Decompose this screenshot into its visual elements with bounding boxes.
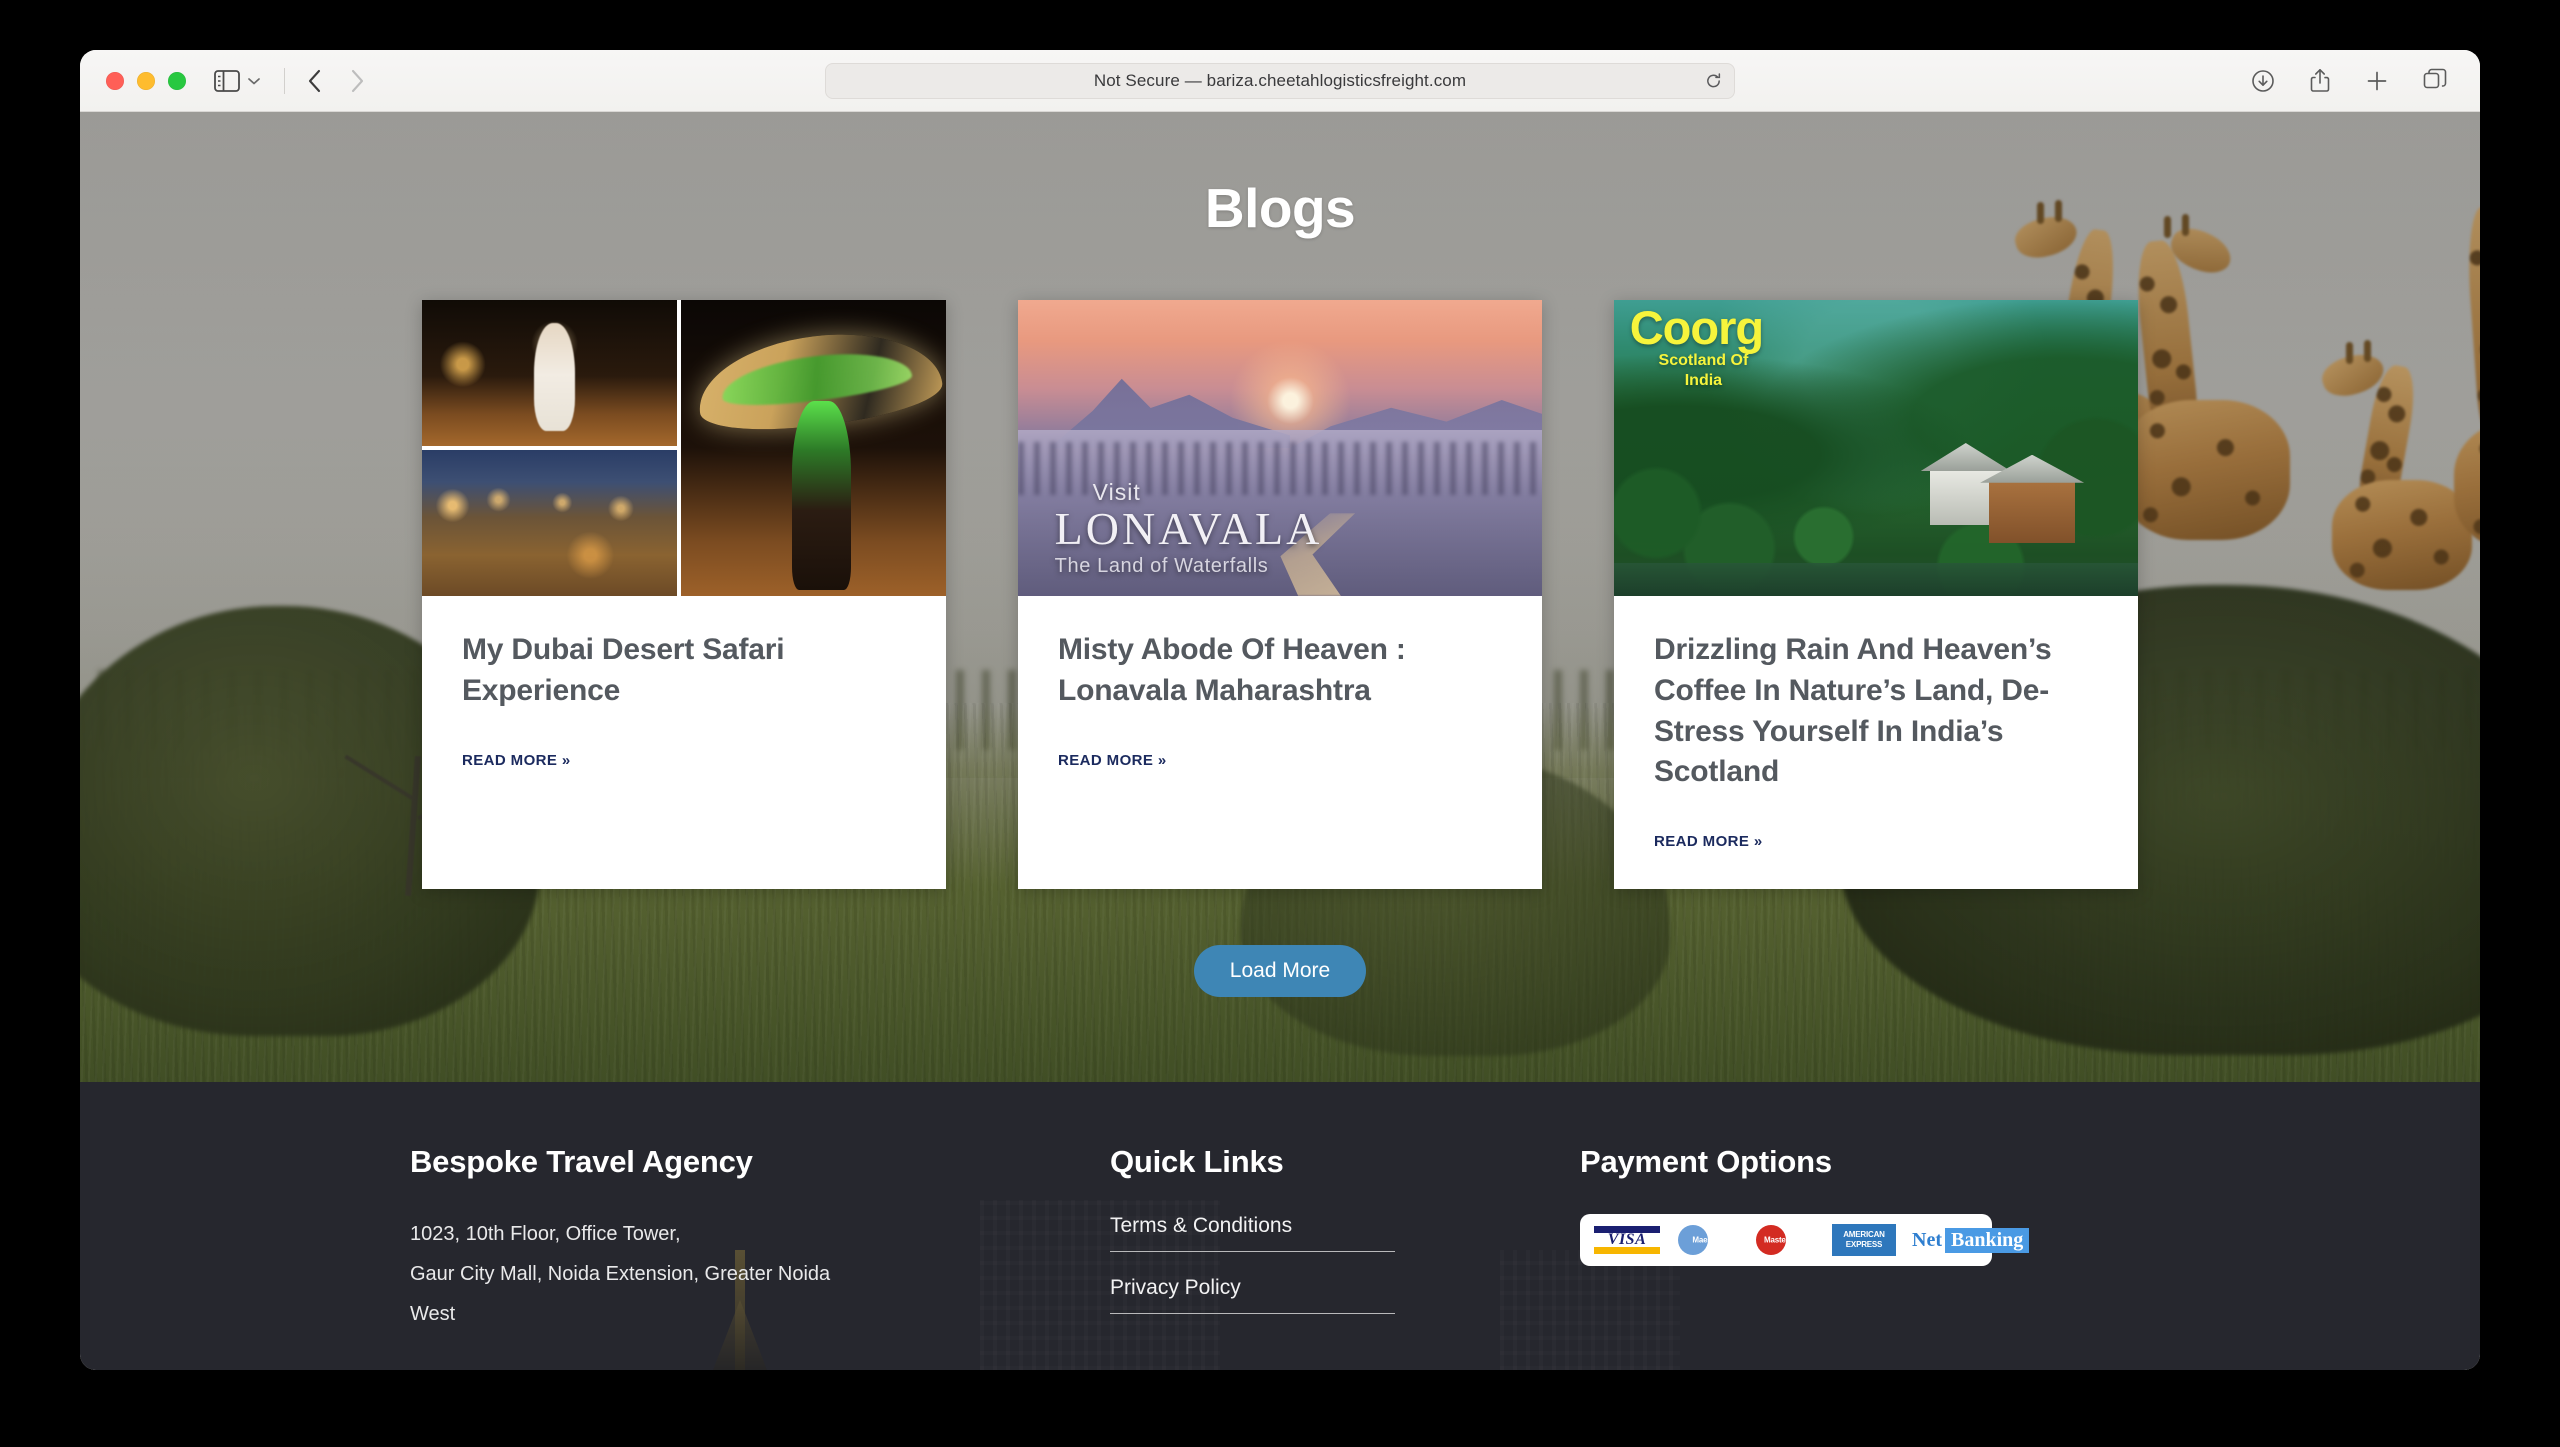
lonavala-name: LONAVALA bbox=[1054, 503, 1323, 555]
blog-card-title: Drizzling Rain And Heaven’s Coffee In Na… bbox=[1654, 633, 2052, 789]
footer-payment-heading: Payment Options bbox=[1580, 1144, 1832, 1179]
safari-browser-window: Not Secure — bariza.cheetahlogisticsfrei… bbox=[80, 50, 2480, 1370]
lonavala-poster: Visit LONAVALA The Land of Waterfalls bbox=[1018, 300, 1542, 596]
back-arrow-icon[interactable] bbox=[307, 68, 323, 94]
sidebar-icon[interactable] bbox=[214, 69, 240, 92]
coorg-overlay-text: Coorg Scotland Of India bbox=[1629, 300, 1764, 391]
toolbar-divider bbox=[284, 67, 285, 94]
footer-link-privacy-policy[interactable]: Privacy Policy bbox=[1110, 1276, 1395, 1314]
footer-quick-links-column: Quick Links Terms & Conditions Privacy P… bbox=[1110, 1144, 1580, 1338]
collage-cell-belly-dancer bbox=[422, 300, 677, 446]
blog-card[interactable]: Coorg Scotland Of India Drizzling Rain A… bbox=[1614, 300, 2138, 890]
read-more-link[interactable]: READ MORE » bbox=[462, 752, 571, 769]
footer-company-column: Bespoke Travel Agency 1023, 10th Floor, … bbox=[410, 1144, 1110, 1338]
amex-logo: AMERICAN EXPRESS bbox=[1832, 1224, 1896, 1256]
share-icon[interactable] bbox=[2309, 68, 2331, 93]
coorg-subtitle-line2: India bbox=[1684, 371, 1723, 389]
collage-cell-desert-camp bbox=[422, 450, 677, 596]
toolbar-right-actions bbox=[2251, 68, 2454, 93]
sidebar-controls bbox=[214, 69, 262, 92]
tab-overview-icon[interactable] bbox=[2423, 68, 2448, 93]
footer-address: 1023, 10th Floor, Office Tower, Gaur Cit… bbox=[410, 1214, 970, 1334]
blog-card[interactable]: My Dubai Desert Safari Experience READ M… bbox=[422, 300, 946, 890]
blog-card[interactable]: Visit LONAVALA The Land of Waterfalls Mi… bbox=[1018, 300, 1542, 890]
footer-quick-links-heading: Quick Links bbox=[1110, 1144, 1284, 1179]
maestro-logo: Maestro bbox=[1676, 1225, 1738, 1255]
netbanking-logo-text-banking: Banking bbox=[1944, 1227, 2030, 1253]
coorg-poster: Coorg Scotland Of India bbox=[1614, 300, 2138, 596]
address-line-3: West bbox=[410, 1303, 456, 1325]
address-bar-container: Not Secure — bariza.cheetahlogisticsfrei… bbox=[825, 62, 1735, 99]
desktop-backdrop: Not Secure — bariza.cheetahlogisticsfrei… bbox=[0, 0, 2560, 1447]
reload-icon[interactable] bbox=[1705, 72, 1722, 89]
visa-logo: VISA bbox=[1594, 1224, 1660, 1256]
plus-icon[interactable] bbox=[2365, 69, 2389, 93]
load-more-button[interactable]: Load More bbox=[1193, 945, 1367, 998]
address-bar[interactable]: Not Secure — bariza.cheetahlogisticsfrei… bbox=[825, 62, 1735, 99]
lonavala-overlay-text: Visit LONAVALA The Land of Waterfalls bbox=[1055, 479, 1323, 578]
browser-toolbar: Not Secure — bariza.cheetahlogisticsfrei… bbox=[80, 50, 2480, 112]
blog-card-title: Misty Abode Of Heaven : Lonavala Maharas… bbox=[1058, 633, 1406, 707]
window-traffic-lights bbox=[106, 71, 186, 90]
minimize-window-button[interactable] bbox=[137, 71, 155, 90]
page-viewport: Blogs My Dubai Desert Safari Experience … bbox=[80, 112, 2480, 1370]
blog-card-title: My Dubai Desert Safari Experience bbox=[462, 633, 785, 707]
coorg-subtitle-line1: Scotland Of bbox=[1658, 351, 1749, 369]
footer-company-heading: Bespoke Travel Agency bbox=[410, 1144, 753, 1179]
netbanking-logo: Net Banking bbox=[1912, 1225, 2030, 1255]
footer-link-terms-conditions[interactable]: Terms & Conditions bbox=[1110, 1214, 1395, 1252]
load-more-container: Load More bbox=[80, 945, 2480, 998]
mastercard-logo-text: MasterCard bbox=[1763, 1235, 1807, 1245]
blog-card-image-lonavala: Visit LONAVALA The Land of Waterfalls bbox=[1018, 300, 1542, 596]
read-more-link[interactable]: READ MORE » bbox=[1058, 752, 1167, 769]
tanoura-body bbox=[792, 400, 851, 591]
address-line-2: Gaur City Mall, Noida Extension, Greater… bbox=[410, 1263, 831, 1285]
coorg-house-wooden bbox=[1989, 480, 2076, 543]
collage-cell-tanoura-dancer bbox=[680, 300, 946, 596]
close-window-button[interactable] bbox=[106, 71, 124, 90]
dubai-collage bbox=[422, 300, 946, 596]
coorg-lake bbox=[1614, 563, 2138, 596]
chevron-down-icon[interactable] bbox=[246, 76, 262, 86]
page-content: Blogs My Dubai Desert Safari Experience … bbox=[80, 176, 2480, 998]
amex-logo-text: AMERICAN EXPRESS bbox=[1832, 1224, 1896, 1256]
blog-card-image-dubai bbox=[422, 300, 946, 596]
page-title: Blogs bbox=[1204, 177, 1356, 239]
navigation-controls bbox=[307, 68, 365, 94]
coorg-name: Coorg bbox=[1629, 300, 1764, 354]
address-bar-text: Not Secure — bariza.cheetahlogisticsfrei… bbox=[1093, 70, 1467, 90]
netbanking-logo-text-net: Net bbox=[1912, 1228, 1942, 1251]
collage-left-column bbox=[422, 300, 677, 596]
lonavala-tagline: The Land of Waterfalls bbox=[1054, 555, 1269, 578]
address-line-1: 1023, 10th Floor, Office Tower, bbox=[410, 1223, 681, 1245]
forward-arrow-icon[interactable] bbox=[349, 68, 365, 94]
blog-card-grid: My Dubai Desert Safari Experience READ M… bbox=[80, 300, 2480, 890]
blog-card-body: My Dubai Desert Safari Experience READ M… bbox=[422, 596, 946, 889]
download-icon[interactable] bbox=[2251, 69, 2275, 93]
mastercard-logo: MasterCard bbox=[1754, 1225, 1816, 1255]
zoom-window-button[interactable] bbox=[168, 71, 186, 90]
payment-methods-strip: VISA Maestro MasterCard AMERICAN EXPRESS… bbox=[1580, 1214, 2030, 1266]
blog-card-body: Drizzling Rain And Heaven’s Coffee In Na… bbox=[1614, 596, 2138, 889]
blog-card-image-coorg: Coorg Scotland Of India bbox=[1614, 300, 2138, 596]
footer-payment-column: Payment Options VISA Maestro MasterCard … bbox=[1580, 1144, 2480, 1338]
footer-columns: Bespoke Travel Agency 1023, 10th Floor, … bbox=[80, 1082, 2480, 1338]
read-more-link[interactable]: READ MORE » bbox=[1654, 833, 1763, 850]
lonavala-kicker: Visit bbox=[1092, 479, 1141, 506]
maestro-logo-text: Maestro bbox=[1692, 1235, 1722, 1245]
site-footer: Bespoke Travel Agency 1023, 10th Floor, … bbox=[80, 1082, 2480, 1370]
blog-card-body: Misty Abode Of Heaven : Lonavala Maharas… bbox=[1018, 596, 1542, 889]
